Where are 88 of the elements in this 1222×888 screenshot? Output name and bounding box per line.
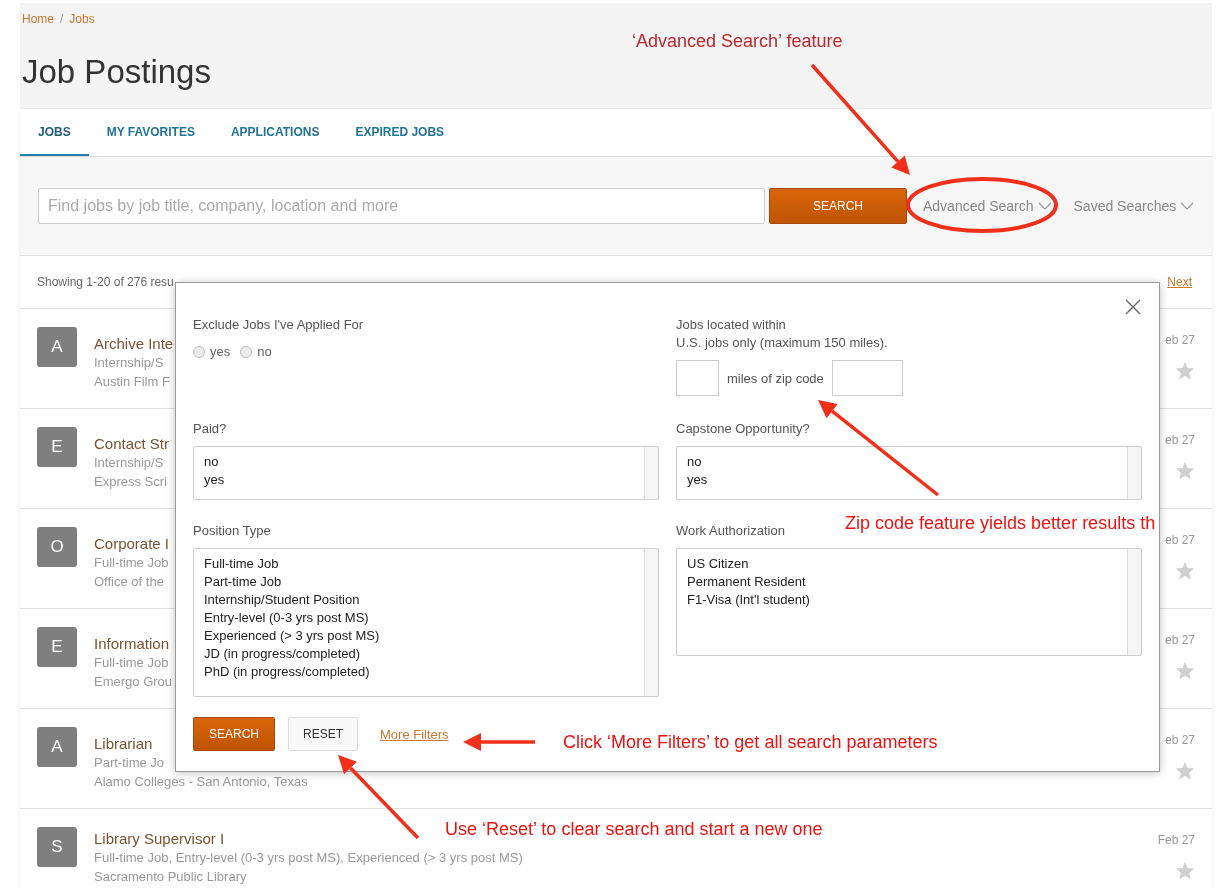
job-title-link[interactable]: Librarian (94, 734, 153, 753)
list-option[interactable]: JD (in progress/completed) (204, 645, 648, 663)
job-employer: Express Scri (94, 473, 167, 491)
list-option[interactable]: yes (204, 471, 648, 489)
job-title-link[interactable]: Library Supervisor I (94, 829, 225, 848)
list-option[interactable]: Experienced (> 3 yrs post MS) (204, 627, 648, 645)
star-icon[interactable] (1175, 561, 1195, 580)
posted-date: eb 27 (1164, 433, 1195, 447)
job-title-link[interactable]: Archive Inte (94, 334, 174, 353)
annotation-text: ‘Advanced Search’ feature (632, 31, 843, 51)
search-button[interactable]: SEARCH (769, 188, 907, 224)
more-filters-link[interactable]: More Filters (380, 726, 449, 742)
company-avatar: A (37, 327, 77, 367)
caret-icon (1180, 202, 1195, 210)
annotation-text: Click ‘More Filters’ to get all search parameters (563, 732, 938, 752)
annotation-arrow (463, 733, 535, 751)
list-option[interactable]: Internship/Student Position (204, 591, 648, 609)
field-label: Exclude Jobs I've Applied For (193, 317, 364, 332)
radio-label: no (257, 344, 272, 359)
star-icon[interactable] (1175, 461, 1195, 480)
job-employer: Emergo Grou (94, 673, 173, 691)
star-icon[interactable] (1175, 761, 1195, 780)
results-summary: Showing 1-20 of 276 resu (37, 275, 174, 289)
annotation-text: Use ‘Reset’ to clear search and start a new one (445, 819, 823, 839)
tab[interactable]: MY FAVORITES (88, 109, 213, 156)
miles-field[interactable] (676, 360, 719, 396)
select-list[interactable]: no yes (676, 446, 1142, 500)
posted-date: eb 27 (1164, 633, 1195, 647)
job-employer: Alamo Colleges - San Antonio, Texas (94, 773, 308, 791)
field-label: Capstone Opportunity? (676, 421, 810, 436)
company-avatar: A (37, 727, 77, 767)
company-avatar: O (37, 527, 77, 567)
radio-button[interactable] (240, 345, 253, 358)
job-employer: Sacramento Public Library (94, 868, 247, 886)
job-type: Full-time Job (94, 654, 169, 672)
caret-icon (1037, 202, 1052, 210)
star-icon[interactable] (1175, 661, 1195, 680)
tab[interactable]: EXPIRED JOBS (337, 109, 463, 156)
next-link[interactable]: Next (1167, 275, 1192, 289)
list-option[interactable]: no (687, 453, 1131, 471)
tab[interactable]: APPLICATIONS (212, 109, 338, 156)
radio-label: yes (210, 344, 231, 359)
radio-button[interactable] (193, 345, 205, 358)
job-type: Part-time Jo (94, 754, 165, 772)
job-type: Full-time Job (94, 554, 169, 572)
select-list[interactable]: Full-time Job Part-time Job Internship/Student Position Entry-level (0-3 yrs post MS) Experienced (> 3 yrs post MS) JD (in progress/completed) PhD (in progress/completed) (193, 548, 659, 697)
star-icon[interactable] (1175, 861, 1195, 880)
annotation-text: Zip code feature yields better results th (845, 513, 1156, 533)
company-avatar: S (37, 827, 77, 867)
zip-code-field[interactable] (831, 360, 903, 396)
reset-button[interactable]: RESET (288, 717, 358, 751)
list-option[interactable]: yes (687, 471, 1131, 489)
field-label: Jobs located within (676, 317, 786, 332)
list-option[interactable]: no (204, 453, 648, 471)
posted-date: Feb 27 (1157, 833, 1195, 847)
list-option[interactable]: US Citizen (687, 555, 1131, 573)
field-hint: U.S. jobs only (maximum 150 miles). (676, 335, 889, 350)
field-label: miles of zip code (727, 370, 824, 386)
field-label: Position Type (193, 523, 271, 538)
select-list[interactable]: no yes (193, 446, 659, 500)
company-avatar: E (37, 627, 77, 667)
list-option[interactable]: PhD (in progress/completed) (204, 663, 648, 681)
posted-date: eb 27 (1164, 733, 1195, 747)
job-type: Internship/S (94, 454, 164, 472)
field-label: Work Authorization (676, 523, 785, 538)
select-list[interactable]: US Citizen Permanent Resident F1-Visa (Int'l student) (676, 548, 1142, 656)
list-option[interactable]: F1-Visa (Int'l student) (687, 591, 1131, 609)
list-option[interactable]: Full-time Job (204, 555, 648, 573)
list-option[interactable]: Entry-level (0-3 yrs post MS) (204, 609, 648, 627)
posted-date: eb 27 (1164, 533, 1195, 547)
job-employer: Office of the (94, 573, 164, 591)
list-option[interactable]: Permanent Resident (687, 573, 1131, 591)
close-icon[interactable] (1125, 299, 1141, 315)
job-title-link[interactable]: Information (94, 634, 170, 653)
field-label: Paid? (193, 421, 227, 436)
posted-date: eb 27 (1164, 333, 1195, 347)
company-avatar: E (37, 427, 77, 467)
job-type: Internship/S (94, 354, 164, 372)
page-title: Job Postings (22, 52, 212, 92)
job-type: Full-time Job, Entry-level (0-3 yrs post MS), Experienced (> 3 yrs post MS) (94, 849, 523, 867)
job-title-link[interactable]: Contact Str (94, 434, 170, 453)
search-button[interactable]: SEARCH (193, 717, 275, 751)
list-option[interactable]: Part-time Job (204, 573, 648, 591)
search-field[interactable]: Find jobs by job title, company, location and more (38, 188, 765, 224)
breadcrumb-separator: / (60, 12, 64, 26)
job-employer: Austin Film F (94, 373, 170, 391)
star-icon[interactable] (1175, 361, 1195, 380)
job-title-link[interactable]: Corporate I (94, 534, 170, 553)
